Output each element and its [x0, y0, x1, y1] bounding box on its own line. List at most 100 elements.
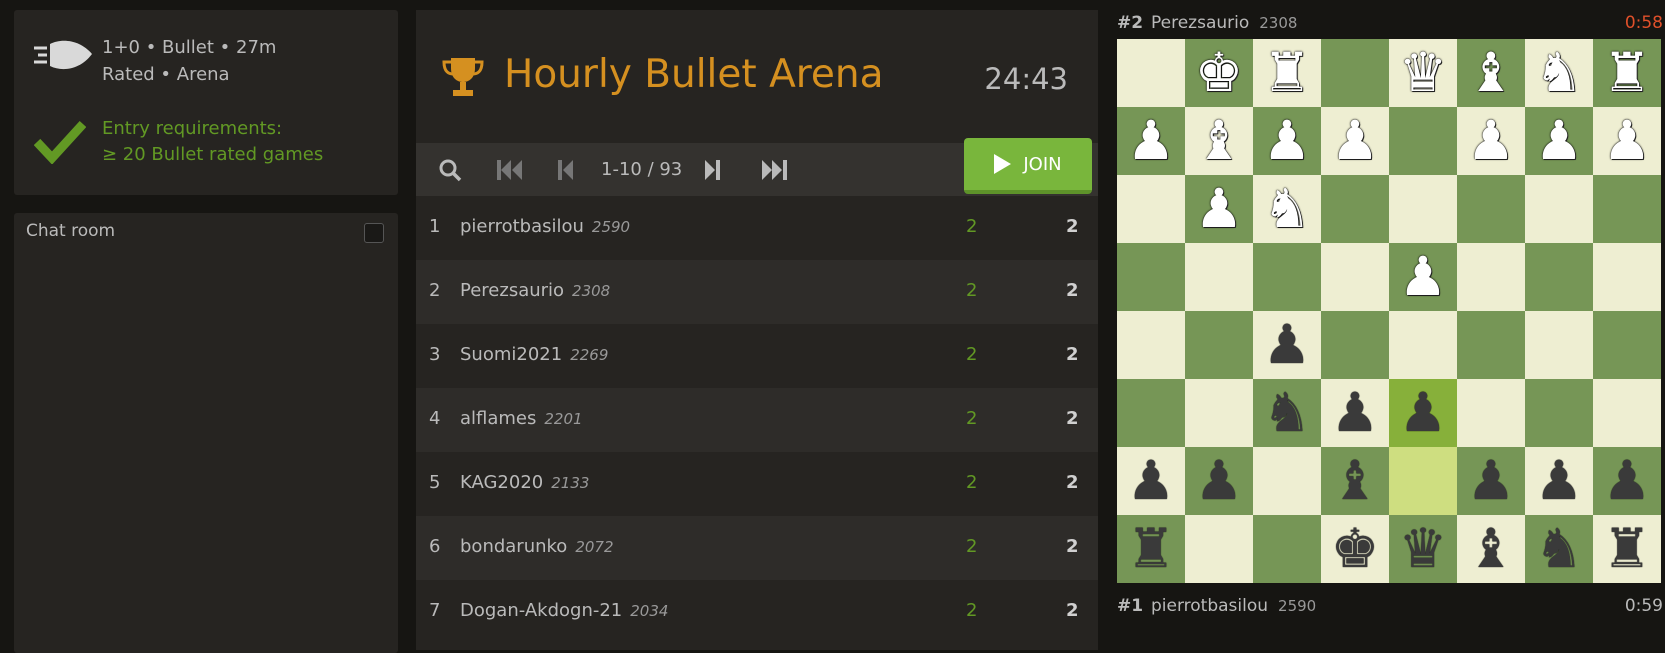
black-queen-icon[interactable]: ♛	[1399, 522, 1447, 576]
white-bishop-icon[interactable]: ♝	[1195, 114, 1243, 168]
prev-page-button[interactable]	[546, 143, 586, 196]
black-knight-icon[interactable]: ♞	[1535, 522, 1583, 576]
board-square[interactable]	[1525, 311, 1593, 379]
white-king-icon[interactable]: ♚	[1195, 46, 1243, 100]
board-square[interactable]	[1117, 175, 1185, 243]
white-bishop-icon[interactable]: ♝	[1467, 46, 1515, 100]
black-bishop-icon[interactable]: ♝	[1467, 522, 1515, 576]
black-pawn-icon[interactable]: ♟	[1535, 454, 1583, 508]
board-square[interactable]	[1185, 379, 1253, 447]
white-queen-icon[interactable]: ♛	[1399, 46, 1447, 100]
black-rook-icon[interactable]: ♜	[1603, 522, 1651, 576]
board-square[interactable]: ♞	[1253, 379, 1321, 447]
board-square[interactable]: ♟	[1389, 243, 1457, 311]
board-square[interactable]: ♟	[1389, 379, 1457, 447]
black-pawn-icon[interactable]: ♟	[1331, 386, 1379, 440]
table-row[interactable]: 6 bondarunko 2072 2 2	[416, 516, 1098, 580]
board-square[interactable]: ♜	[1117, 515, 1185, 583]
white-knight-icon[interactable]: ♞	[1263, 182, 1311, 236]
board-square[interactable]	[1593, 379, 1661, 447]
board-square[interactable]	[1185, 311, 1253, 379]
black-bishop-icon[interactable]: ♝	[1331, 454, 1379, 508]
board-square[interactable]: ♝	[1185, 107, 1253, 175]
board-square[interactable]: ♞	[1253, 175, 1321, 243]
white-knight-icon[interactable]: ♞	[1535, 46, 1583, 100]
board-square[interactable]	[1457, 311, 1525, 379]
table-row[interactable]: 1 pierrotbasilou 2590 2 2	[416, 196, 1098, 260]
black-pawn-icon[interactable]: ♟	[1603, 454, 1651, 508]
white-pawn-icon[interactable]: ♟	[1603, 114, 1651, 168]
top-player[interactable]: #2 Perezsaurio 2308 0:58	[1117, 10, 1665, 38]
black-pawn-icon[interactable]: ♟	[1127, 454, 1175, 508]
row-player[interactable]: Suomi2021 2269	[460, 344, 608, 365]
black-pawn-icon[interactable]: ♟	[1263, 318, 1311, 372]
row-player[interactable]: bondarunko 2072	[460, 536, 614, 557]
board-square[interactable]	[1321, 311, 1389, 379]
white-rook-icon[interactable]: ♜	[1263, 46, 1311, 100]
board-square[interactable]	[1389, 107, 1457, 175]
last-page-button[interactable]	[754, 143, 794, 196]
board-square[interactable]: ♟	[1525, 447, 1593, 515]
chess-board[interactable]: ♚ ♜ ♛ ♝ ♞ ♜ ♟ ♝ ♟ ♟ ♟ ♟ ♟ ♟ ♞ ♟ ♟ ♞ ♟ ♟ ♟ ♟ ♝ ♟ ♟ ♟ ♜ ♚ ♛ ♝ ♞ ♜	[1117, 39, 1661, 583]
board-square[interactable]: ♛	[1389, 515, 1457, 583]
board-square[interactable]: ♝	[1321, 447, 1389, 515]
bottom-player[interactable]: #1 pierrotbasilou 2590 0:59	[1117, 593, 1665, 623]
table-row[interactable]: 2 Perezsaurio 2308 2 2	[416, 260, 1098, 324]
white-pawn-icon[interactable]: ♟	[1467, 114, 1515, 168]
board-square[interactable]	[1185, 243, 1253, 311]
row-player[interactable]: KAG2020 2133	[460, 472, 589, 493]
black-king-icon[interactable]: ♚	[1331, 522, 1379, 576]
board-square[interactable]	[1117, 311, 1185, 379]
board-square[interactable]	[1593, 175, 1661, 243]
white-pawn-icon[interactable]: ♟	[1331, 114, 1379, 168]
board-square[interactable]	[1321, 243, 1389, 311]
board-square[interactable]: ♟	[1117, 447, 1185, 515]
board-square[interactable]: ♟	[1321, 107, 1389, 175]
join-button[interactable]: JOIN	[964, 138, 1092, 194]
row-player[interactable]: pierrotbasilou 2590	[460, 216, 630, 237]
table-row[interactable]: 3 Suomi2021 2269 2 2	[416, 324, 1098, 388]
board-square[interactable]: ♟	[1457, 107, 1525, 175]
black-pawn-icon[interactable]: ♟	[1467, 454, 1515, 508]
board-square[interactable]	[1117, 39, 1185, 107]
black-rook-icon[interactable]: ♜	[1127, 522, 1175, 576]
board-square[interactable]: ♟	[1253, 107, 1321, 175]
board-square[interactable]: ♟	[1321, 379, 1389, 447]
board-square[interactable]	[1321, 39, 1389, 107]
board-square[interactable]: ♝	[1457, 515, 1525, 583]
board-square[interactable]	[1253, 515, 1321, 583]
row-player[interactable]: alflames 2201	[460, 408, 583, 429]
board-square[interactable]	[1321, 175, 1389, 243]
board-square[interactable]	[1253, 447, 1321, 515]
board-square[interactable]: ♞	[1525, 515, 1593, 583]
white-pawn-icon[interactable]: ♟	[1399, 250, 1447, 304]
board-square[interactable]: ♟	[1185, 447, 1253, 515]
row-player[interactable]: Dogan-Akdogn-21 2034	[460, 600, 668, 621]
black-pawn-icon[interactable]: ♟	[1195, 454, 1243, 508]
table-row[interactable]: 4 alflames 2201 2 2	[416, 388, 1098, 452]
board-square[interactable]	[1389, 447, 1457, 515]
white-pawn-icon[interactable]: ♟	[1263, 114, 1311, 168]
board-square[interactable]: ♚	[1185, 39, 1253, 107]
black-pawn-icon[interactable]: ♟	[1399, 386, 1447, 440]
board-square[interactable]	[1117, 379, 1185, 447]
board-square[interactable]: ♜	[1253, 39, 1321, 107]
board-square[interactable]	[1525, 175, 1593, 243]
board-square[interactable]: ♟	[1457, 447, 1525, 515]
chat-toggle-checkbox[interactable]	[364, 223, 384, 243]
white-pawn-icon[interactable]: ♟	[1535, 114, 1583, 168]
table-row[interactable]: 5 KAG2020 2133 2 2	[416, 452, 1098, 516]
board-square[interactable]	[1593, 243, 1661, 311]
board-square[interactable]	[1389, 311, 1457, 379]
board-square[interactable]: ♞	[1525, 39, 1593, 107]
row-player[interactable]: Perezsaurio 2308	[460, 280, 610, 301]
board-square[interactable]	[1525, 243, 1593, 311]
board-square[interactable]	[1593, 311, 1661, 379]
board-square[interactable]	[1457, 175, 1525, 243]
board-square[interactable]	[1457, 243, 1525, 311]
board-square[interactable]: ♟	[1525, 107, 1593, 175]
search-button[interactable]	[430, 143, 470, 196]
board-square[interactable]: ♜	[1593, 39, 1661, 107]
white-pawn-icon[interactable]: ♟	[1127, 114, 1175, 168]
board-square[interactable]: ♟	[1253, 311, 1321, 379]
